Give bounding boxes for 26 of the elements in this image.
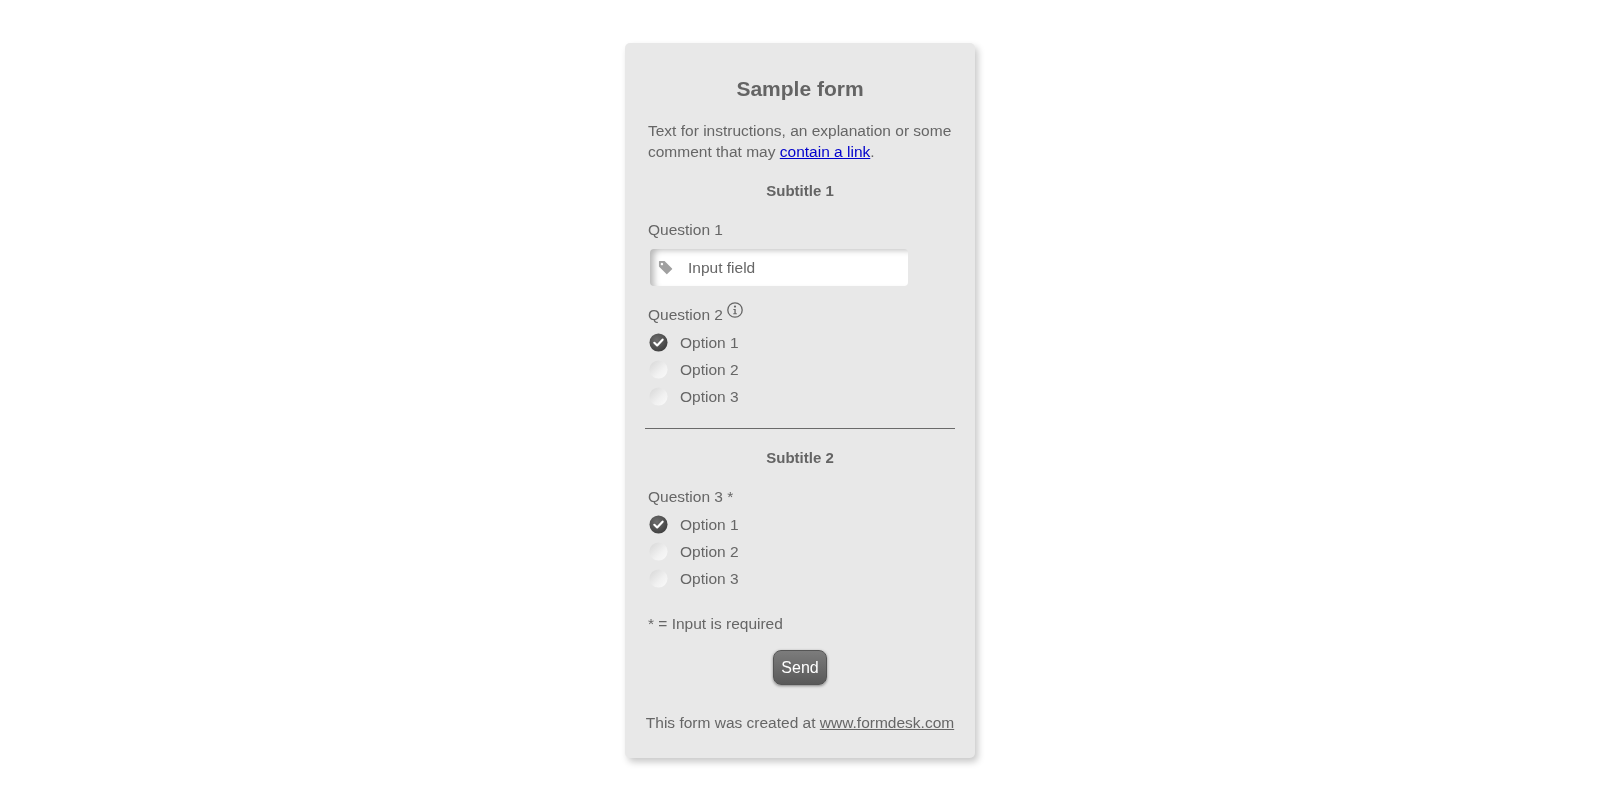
info-icon[interactable] [726,302,743,318]
option-label: Option 2 [680,542,739,562]
radio-button[interactable] [649,360,668,379]
radio-button[interactable] [649,515,668,534]
question-label: Question 2 [648,305,723,325]
option-label: Option 1 [680,333,739,353]
question-label: Question 1 [648,220,723,240]
section-subtitle: Subtitle 2 [765,448,835,468]
radio-button[interactable] [649,569,668,588]
option-label: Option 3 [680,569,739,589]
send-button[interactable]: Send [773,650,827,685]
instructions-text: Text for instructions, an explanation or some comment that may contain a link. [647,121,953,162]
option-label: Option 3 [680,387,739,407]
option-label: Option 1 [680,515,739,535]
radio-button[interactable] [649,542,668,561]
radio-button[interactable] [649,387,668,406]
question-label: Question 3 * [648,487,734,507]
tag-icon [658,260,673,275]
website-link[interactable]: www.formdesk.com [819,714,955,731]
section-subtitle: Subtitle 1 [765,181,835,201]
required-note: * = Input is required [647,614,784,634]
input-field[interactable]: Input field [650,249,908,286]
footer-text: This form was created at www.formdesk.com [644,713,956,733]
option-label: Option 2 [680,360,739,380]
radio-button[interactable] [649,333,668,352]
form-title: Sample form [735,77,865,101]
